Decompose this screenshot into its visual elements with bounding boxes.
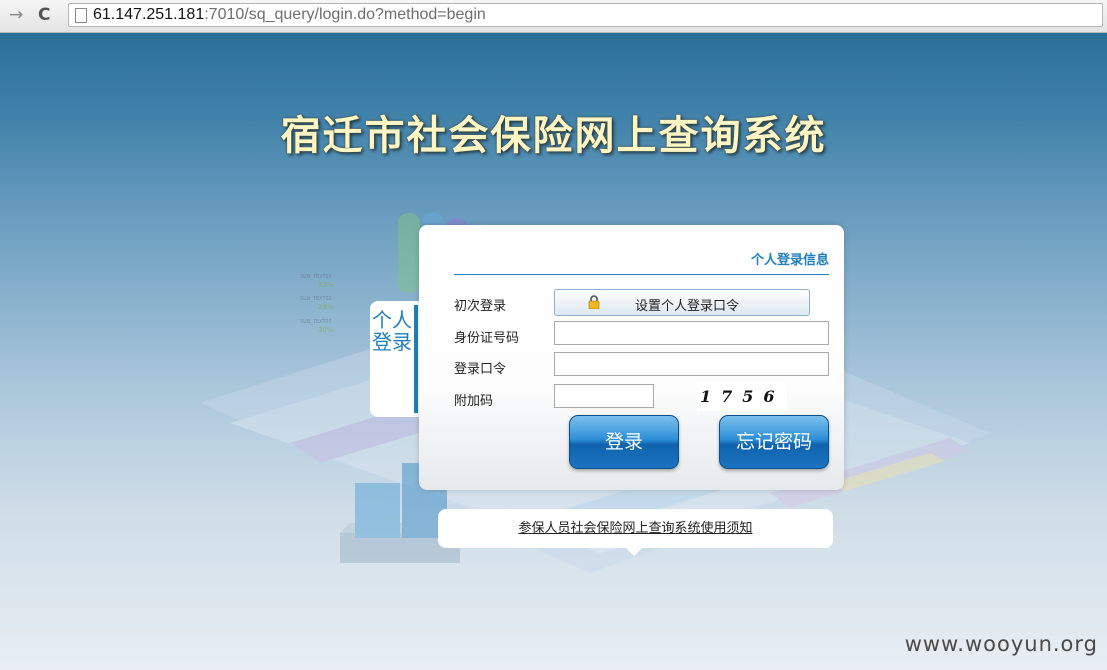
back-arrow-icon[interactable]: → (9, 5, 23, 25)
password-label: 登录口令 (454, 362, 507, 377)
login-button[interactable]: 登录 (569, 415, 679, 469)
page-background: 宿迁市社会保险网上查询系统 SUB_TEXT01 33% SUB_TEXT02 … (0, 33, 1107, 670)
svg-text:30%: 30% (318, 326, 334, 334)
verification-code-label: 附加码 (454, 394, 494, 409)
notice-box: 参保人员社会保险网上查询系统使用须知 (438, 509, 833, 556)
page-title: 宿迁市社会保险网上查询系统 (280, 113, 827, 159)
svg-text:SUB_TEXT03: SUB_TEXT03 (300, 319, 332, 325)
set-password-label: 设置个人登录口令 (635, 299, 740, 314)
side-tab-personal-login[interactable]: 个人登录 (370, 301, 420, 417)
id-number-input[interactable] (554, 321, 829, 345)
forgot-password-button[interactable]: 忘记密码 (719, 415, 829, 469)
verification-code-input[interactable] (554, 384, 654, 408)
address-bar[interactable]: 61.147.251.181:7010/sq_query/login.do?me… (68, 3, 1103, 27)
first-login-label: 初次登录 (454, 299, 507, 314)
notice-pointer (626, 548, 642, 556)
svg-text:SUB_TEXT02: SUB_TEXT02 (300, 296, 332, 302)
svg-text:33%: 33% (318, 281, 334, 289)
url-host: 61.147.251.181 (93, 6, 205, 23)
url-text: 61.147.251.181:7010/sq_query/login.do?me… (93, 5, 486, 25)
reload-icon[interactable]: C (38, 5, 50, 25)
header-divider (454, 274, 829, 275)
id-number-label: 身份证号码 (454, 331, 520, 346)
lock-icon (588, 295, 600, 309)
password-input[interactable] (554, 352, 829, 376)
side-tab-accent-bar (414, 305, 418, 413)
panel-header: 个人登录信息 (750, 253, 829, 268)
svg-text:SUB_TEXT01: SUB_TEXT01 (300, 274, 332, 280)
login-panel: 个人登录信息 初次登录 设置个人登录口令 身份证号码 登录口令 附加码 1756… (419, 225, 844, 490)
usage-notice-link[interactable]: 参保人员社会保险网上查询系统使用须知 (518, 521, 752, 536)
browser-toolbar: → C 61.147.251.181:7010/sq_query/login.d… (0, 0, 1107, 33)
page-icon (75, 8, 87, 23)
url-path: :7010/sq_query/login.do?method=begin (204, 6, 486, 23)
watermark: www.wooyun.org (904, 632, 1098, 656)
set-password-button[interactable]: 设置个人登录口令 (554, 289, 810, 316)
side-tab-label: 个人登录 (372, 308, 412, 354)
captcha-image[interactable]: 1756 (697, 382, 787, 411)
svg-text:29%: 29% (318, 303, 334, 311)
